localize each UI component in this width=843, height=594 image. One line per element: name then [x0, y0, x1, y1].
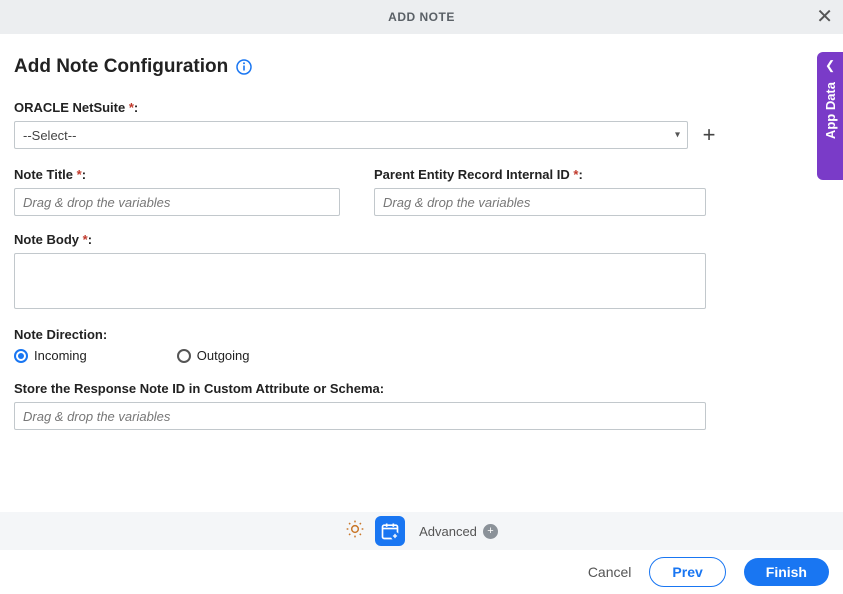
dialog-title: ADD NOTE [388, 10, 455, 24]
radio-outgoing-label: Outgoing [197, 348, 250, 363]
add-connection-button[interactable]: + [698, 124, 720, 146]
radio-incoming-label: Incoming [34, 348, 87, 363]
gear-icon[interactable] [345, 519, 365, 544]
store-response-label: Store the Response Note ID in Custom Att… [14, 381, 829, 396]
note-body-label: Note Body *: [14, 232, 829, 247]
note-title-input[interactable] [14, 188, 340, 216]
advanced-toggle[interactable]: Advanced + [419, 524, 498, 539]
dialog-content: Add Note Configuration ORACLE NetSuite *… [0, 34, 843, 430]
dialog-header: ADD NOTE ✕ [0, 0, 843, 34]
calendar-add-icon[interactable] [375, 516, 405, 546]
close-icon[interactable]: ✕ [816, 7, 833, 27]
colon: : [88, 232, 92, 247]
dialog-footer: Cancel Prev Finish [0, 550, 843, 594]
note-direction-label: Note Direction: [14, 327, 829, 342]
oracle-netsuite-row: ▾ + [14, 121, 720, 149]
finish-button[interactable]: Finish [744, 558, 829, 586]
prev-button[interactable]: Prev [649, 557, 725, 587]
radio-unchecked-icon [177, 349, 191, 363]
title-parent-row: Note Title *: Parent Entity Record Inter… [14, 167, 706, 216]
radio-outgoing[interactable]: Outgoing [177, 348, 250, 363]
store-response-input[interactable] [14, 402, 706, 430]
plus-circle-icon: + [483, 524, 498, 539]
label-text: Note Title [14, 167, 73, 182]
label-text: Note Body [14, 232, 79, 247]
app-data-label: App Data [823, 82, 838, 139]
app-data-tab[interactable]: ❯ App Data [817, 52, 843, 180]
colon: : [134, 100, 138, 115]
label-text: Parent Entity Record Internal ID [374, 167, 570, 182]
info-icon[interactable] [236, 59, 252, 75]
page-title: Add Note Configuration [14, 56, 228, 78]
parent-id-col: Parent Entity Record Internal ID *: [374, 167, 706, 216]
advanced-label: Advanced [419, 524, 477, 539]
cancel-button[interactable]: Cancel [588, 564, 632, 580]
label-text: ORACLE NetSuite [14, 100, 125, 115]
oracle-netsuite-select-wrap: ▾ [14, 121, 688, 149]
radio-incoming[interactable]: Incoming [14, 348, 87, 363]
note-direction-group: Incoming Outgoing [14, 348, 829, 363]
parent-id-label: Parent Entity Record Internal ID *: [374, 167, 706, 182]
colon: : [578, 167, 582, 182]
page-title-row: Add Note Configuration [14, 56, 829, 78]
note-title-col: Note Title *: [14, 167, 340, 216]
note-body-input[interactable] [14, 253, 706, 309]
toolbar: Advanced + [0, 512, 843, 550]
chevron-left-icon: ❯ [825, 60, 835, 74]
radio-checked-icon [14, 349, 28, 363]
oracle-netsuite-select[interactable] [14, 121, 688, 149]
oracle-netsuite-label: ORACLE NetSuite *: [14, 100, 829, 115]
colon: : [82, 167, 86, 182]
note-title-label: Note Title *: [14, 167, 340, 182]
parent-id-input[interactable] [374, 188, 706, 216]
